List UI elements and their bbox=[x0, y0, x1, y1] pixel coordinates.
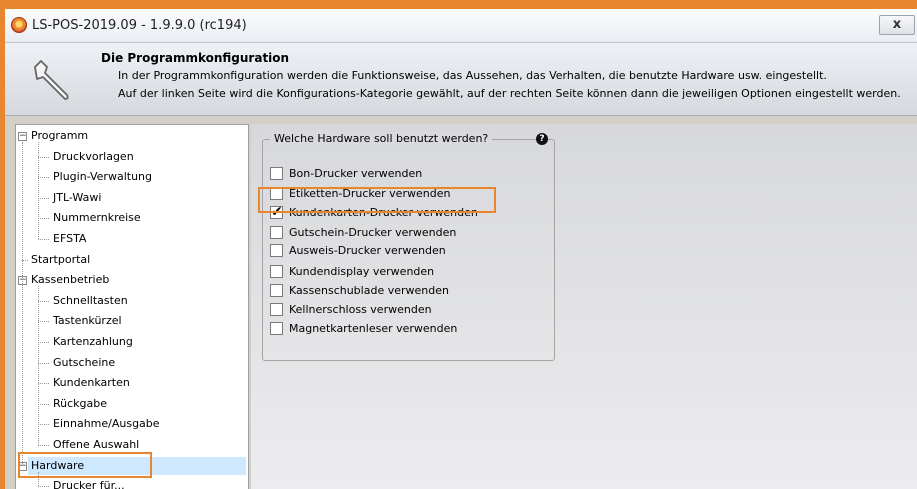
tree-item[interactable]: Einnahme/Ausgabe bbox=[50, 415, 163, 433]
hardware-option-label: Kassenschublade verwenden bbox=[289, 284, 449, 297]
category-tree[interactable]: Programm − Druckvorlagen Plugin-Verwaltung J… bbox=[15, 124, 249, 489]
hardware-option-label: Magnetkartenleser verwenden bbox=[289, 322, 458, 335]
hardware-option-label: Kellnerschloss verwenden bbox=[289, 303, 432, 316]
tree-item[interactable]: Kundenkarten bbox=[50, 374, 133, 392]
tree-connector bbox=[38, 321, 49, 323]
tree-item-label: Hardware bbox=[31, 458, 85, 472]
hardware-option-label: Kundendisplay verwenden bbox=[289, 265, 435, 278]
checkmark-icon: ✔ bbox=[271, 204, 283, 220]
checkbox-box[interactable] bbox=[270, 322, 283, 335]
tree-item[interactable]: Nummernkreise bbox=[50, 209, 144, 227]
tree-item[interactable]: Startportal bbox=[28, 251, 93, 269]
wrench-icon bbox=[34, 60, 69, 100]
tree-connector bbox=[38, 383, 49, 385]
header-description-line-2: Auf der linken Seite wird die Konfigurat… bbox=[118, 87, 901, 100]
tree-item-label: Einnahme/Ausgabe bbox=[53, 417, 160, 431]
tree-connector bbox=[38, 286, 39, 445]
tree-connector bbox=[38, 471, 39, 487]
tree-item[interactable]: Druckvorlagen bbox=[50, 148, 137, 166]
tree-item[interactable]: Rückgabe bbox=[50, 395, 110, 413]
collapse-toggle-icon[interactable]: − bbox=[18, 132, 27, 141]
tree-item-label: Drucker für... bbox=[53, 479, 125, 489]
tree-item-label: JTL-Wawi bbox=[53, 190, 102, 204]
tree-item[interactable]: Plugin-Verwaltung bbox=[50, 168, 155, 186]
tree-connector bbox=[38, 142, 39, 239]
tree-item[interactable]: Offene Auswahl bbox=[50, 436, 142, 454]
window-title: LS-POS-2019.09 - 1.9.9.0 (rc194) bbox=[32, 18, 247, 33]
hardware-option-label: Gutschein-Drucker verwenden bbox=[289, 226, 457, 239]
app-logo-icon bbox=[11, 17, 27, 33]
tree-connector bbox=[38, 300, 49, 302]
checkbox-box[interactable] bbox=[270, 167, 283, 180]
tree-item[interactable]: Schnelltasten bbox=[50, 292, 131, 310]
tree-item[interactable]: EFSTA bbox=[50, 230, 89, 248]
tree-item-label: Druckvorlagen bbox=[53, 149, 134, 163]
title-bar[interactable]: LS-POS-2019.09 - 1.9.9.0 (rc194) x bbox=[5, 9, 917, 43]
tree-connector bbox=[38, 362, 49, 364]
header-description-line-1: In der Programmkonfiguration werden die … bbox=[118, 69, 827, 82]
checkbox-box[interactable] bbox=[270, 265, 283, 278]
tree-item[interactable]: Kartenzahlung bbox=[50, 333, 136, 351]
hardware-group-title: Welche Hardware soll benutzt werden? bbox=[270, 132, 493, 145]
hardware-option-label: Etiketten-Drucker verwenden bbox=[289, 187, 451, 200]
header-title: Die Programmkonfiguration bbox=[101, 51, 290, 65]
tree-item-label: Kartenzahlung bbox=[53, 335, 133, 348]
tree-item-label: Programm bbox=[31, 129, 89, 142]
config-header: Die Programmkonfiguration In der Program… bbox=[5, 43, 917, 116]
tree-item-label: Kassenbetrieb bbox=[31, 273, 110, 287]
tree-connector bbox=[38, 197, 49, 199]
checkbox-box[interactable] bbox=[270, 226, 283, 239]
hardware-option-label: Kundenkarten-Drucker verwenden bbox=[289, 206, 478, 219]
checkbox-box[interactable] bbox=[270, 187, 283, 200]
tree-connector bbox=[38, 403, 49, 405]
hardware-option-label: Bon-Drucker verwenden bbox=[289, 167, 423, 180]
tree-item-label: Startportal bbox=[31, 252, 91, 266]
tree-item-label: Kundenkarten bbox=[53, 376, 130, 390]
tree-item[interactable]: Hardware bbox=[28, 456, 246, 475]
close-button[interactable]: x bbox=[879, 15, 915, 35]
tree-item[interactable]: Tastenkürzel bbox=[50, 312, 125, 330]
tree-connector bbox=[38, 177, 49, 179]
tree-item-label: Nummernkreise bbox=[53, 211, 141, 225]
tree-item-label: Schnelltasten bbox=[53, 293, 128, 307]
tree-connector bbox=[38, 445, 49, 446]
tree-item-label: Tastenkürzel bbox=[53, 314, 122, 328]
tree-connector bbox=[38, 218, 49, 220]
tree-item[interactable]: Kassenbetrieb bbox=[28, 271, 112, 289]
hardware-option-label: Ausweis-Drucker verwenden bbox=[289, 244, 446, 257]
checkbox-box[interactable] bbox=[270, 303, 283, 316]
tree-item[interactable]: JTL-Wawi bbox=[50, 189, 104, 207]
tree-connector bbox=[38, 342, 49, 343]
tree-item-label: Rückgabe bbox=[53, 396, 108, 410]
tree-item[interactable]: Gutscheine bbox=[50, 354, 118, 372]
tree-item-label: Offene Auswahl bbox=[53, 438, 140, 451]
options-panel: Welche Hardware soll benutzt werden? ? B… bbox=[251, 124, 917, 489]
help-icon[interactable]: ? bbox=[536, 133, 548, 145]
tree-item-label: Plugin-Verwaltung bbox=[53, 170, 152, 184]
app-window: LS-POS-2019.09 - 1.9.9.0 (rc194) x Die P… bbox=[5, 9, 917, 489]
checkbox-box[interactable]: ✔ bbox=[270, 204, 283, 220]
checkbox-box[interactable] bbox=[270, 284, 283, 297]
tree-connector bbox=[38, 486, 49, 488]
tree-connector bbox=[38, 239, 49, 240]
tree-item[interactable]: Drucker für... bbox=[50, 477, 128, 489]
tree-item-label: Gutscheine bbox=[53, 355, 116, 369]
tree-connector bbox=[38, 156, 49, 158]
tree-connector bbox=[22, 142, 23, 466]
tree-connector bbox=[38, 424, 49, 426]
tree-item-label: EFSTA bbox=[53, 232, 87, 245]
checkbox-box[interactable] bbox=[270, 244, 283, 257]
